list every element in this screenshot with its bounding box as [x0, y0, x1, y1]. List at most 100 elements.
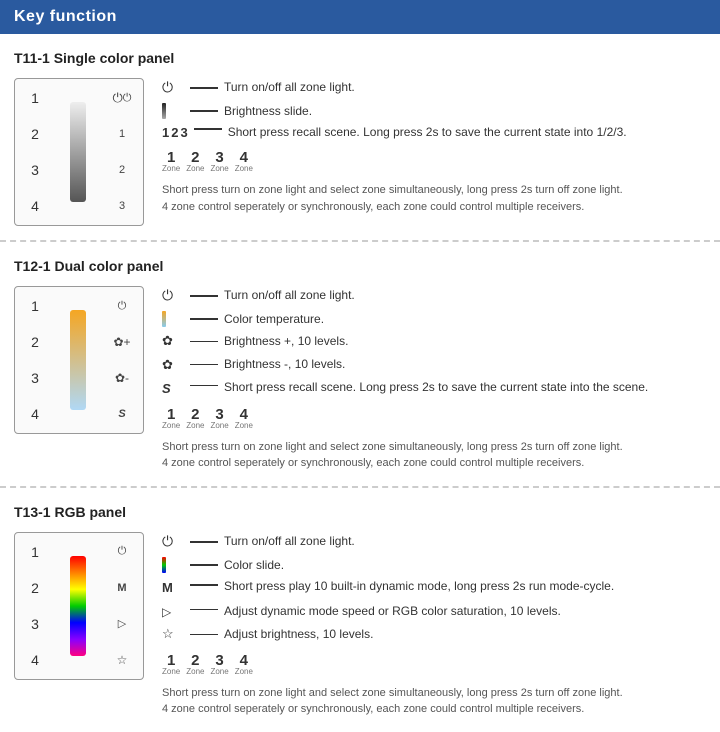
- panel-btn-power-t13[interactable]: ⏻: [111, 541, 133, 563]
- desc-text-power-t12: Turn on/off all zone light.: [224, 287, 706, 304]
- panel-slider-t11: [55, 87, 101, 217]
- desc-row-rgb-t13: Color slide.: [162, 557, 706, 574]
- zone-num-1-t13: 1 Zone: [162, 653, 180, 676]
- desc-row-scene-t11: 1 2 3 Short press recall scene. Long pre…: [162, 124, 706, 141]
- panel-buttons-t11: ⏻ 1 2 3: [111, 87, 133, 217]
- zone-num-3-t13: 3 Zone: [210, 653, 228, 676]
- power-icon-t12: ⏻: [162, 286, 184, 306]
- desc-row-zones-t11: 1 Zone 2 Zone 3 Zone 4 Zone: [162, 148, 706, 173]
- panel-zones-t12: 1 2 3 4: [25, 295, 45, 425]
- panel-t11: 1 2 3 4 ⏻ 1 2 3: [14, 78, 144, 226]
- panel-zone-1-t12: 1: [25, 298, 45, 314]
- desc-t11: ⏻ Turn on/off all zone light. Brightness…: [162, 78, 706, 215]
- section-title-t11: T11-1 Single color panel: [14, 50, 706, 66]
- line-bright-t13: [190, 634, 218, 636]
- desc-row-zones-t12: 1 Zone 2 Zone 3 Zone 4 Zone: [162, 405, 706, 430]
- zone-num-4-t13: 4 Zone: [235, 653, 253, 676]
- panel-zone-4-t12: 4: [25, 406, 45, 422]
- zone-num-2-t12: 2 Zone: [186, 407, 204, 430]
- section-title-t12: T12-1 Dual color panel: [14, 258, 706, 274]
- slider-rgb: [70, 556, 86, 656]
- panel-btn-sunup-t12[interactable]: ✿+: [111, 331, 133, 353]
- desc-text-scene-t11: Short press recall scene. Long press 2s …: [228, 124, 706, 141]
- zone-nums-t13: 1 Zone 2 Zone 3 Zone 4 Zone: [162, 653, 253, 676]
- desc-text-bright-t13: Adjust brightness, 10 levels.: [224, 626, 706, 643]
- section-body-t13: 1 2 3 4 ⏻ M ▷ ☆ ⏻ Turn on/off all zone l…: [14, 532, 706, 718]
- desc-row-power-t12: ⏻ Turn on/off all zone light.: [162, 286, 706, 306]
- zone-num-1-t12: 1 Zone: [162, 407, 180, 430]
- desc-t13: ⏻ Turn on/off all zone light. Color slid…: [162, 532, 706, 718]
- zone-nums-t11: 1 Zone 2 Zone 3 Zone 4 Zone: [162, 150, 253, 173]
- zone-nums-t12: 1 Zone 2 Zone 3 Zone 4 Zone: [162, 407, 253, 430]
- panel-btn-power-t11[interactable]: ⏻: [111, 87, 133, 109]
- s-icon-t12: S: [162, 379, 184, 398]
- panel-zone-3-t13: 3: [25, 616, 45, 632]
- line-m-t13: [190, 584, 218, 586]
- desc-note-t11: Short press turn on zone light and selec…: [162, 182, 706, 215]
- bright-icon-t13: ☆: [162, 625, 184, 643]
- panel-btn-s-t12[interactable]: S: [111, 403, 133, 425]
- line-brightness-t11: [190, 110, 218, 112]
- section-title-t13: T13-1 RGB panel: [14, 504, 706, 520]
- desc-note-t12: Short press turn on zone light and selec…: [162, 439, 706, 472]
- line-s-t12: [190, 385, 218, 387]
- desc-row-color-t12: Color temperature.: [162, 311, 706, 328]
- panel-t12: 1 2 3 4 ⏻ ✿+ ✿- S: [14, 286, 144, 434]
- panel-btn-power-t12[interactable]: ⏻: [111, 295, 133, 317]
- panel-btn-play-t13[interactable]: ▷: [111, 613, 133, 635]
- desc-text-power-t11: Turn on/off all zone light.: [224, 79, 706, 96]
- sun-minus-icon-t12: ✿: [162, 356, 184, 374]
- section-t12: T12-1 Dual color panel 1 2 3 4 ⏻ ✿+ ✿- S…: [0, 242, 720, 488]
- desc-text-power-t13: Turn on/off all zone light.: [224, 533, 706, 550]
- panel-buttons-t13: ⏻ M ▷ ☆: [111, 541, 133, 671]
- panel-zone-4: 4: [25, 198, 45, 214]
- desc-text-m-t13: Short press play 10 built-in dynamic mod…: [224, 578, 706, 595]
- desc-text-rgb-t13: Color slide.: [224, 557, 706, 574]
- desc-t12: ⏻ Turn on/off all zone light. Color temp…: [162, 286, 706, 472]
- panel-btn-1-t11[interactable]: 1: [111, 123, 133, 145]
- line-color-t12: [190, 318, 218, 320]
- zone-num-4: 4 Zone: [235, 150, 253, 173]
- color-bar-icon-t12: [162, 311, 184, 327]
- panel-t13: 1 2 3 4 ⏻ M ▷ ☆: [14, 532, 144, 680]
- desc-text-brightness-t11: Brightness slide.: [224, 103, 706, 120]
- section-t13: T13-1 RGB panel 1 2 3 4 ⏻ M ▷ ☆ ⏻: [0, 488, 720, 732]
- desc-text-brminus-t12: Brightness -, 10 levels.: [224, 356, 706, 373]
- desc-row-speed-t13: ▷ Adjust dynamic mode speed or RGB color…: [162, 603, 706, 621]
- desc-row-brminus-t12: ✿ Brightness -, 10 levels.: [162, 356, 706, 374]
- panel-zone-2: 2: [25, 126, 45, 142]
- zone-num-2: 2 Zone: [186, 150, 204, 173]
- panel-zone-1: 1: [25, 90, 45, 106]
- panel-slider-t13: [55, 541, 101, 671]
- section-body-t11: 1 2 3 4 ⏻ 1 2 3 ⏻ Turn on/off all zone l…: [14, 78, 706, 226]
- zone-num-4-t12: 4 Zone: [235, 407, 253, 430]
- panel-zone-4-t13: 4: [25, 652, 45, 668]
- line-scene-t11: [194, 128, 222, 130]
- panel-slider-t12: [55, 295, 101, 425]
- panel-btn-2-t11[interactable]: 2: [111, 159, 133, 181]
- scene-icon-t11: 1 2 3: [162, 124, 188, 139]
- zone-num-1: 1 Zone: [162, 150, 180, 173]
- line-speed-t13: [190, 609, 218, 611]
- sun-plus-icon-t12: ✿: [162, 332, 184, 350]
- header-title: Key function: [14, 8, 117, 25]
- desc-row-brplus-t12: ✿ Brightness +, 10 levels.: [162, 332, 706, 350]
- slider-gray: [70, 102, 86, 202]
- panel-btn-bright-t13[interactable]: ☆: [111, 649, 133, 671]
- panel-btn-3-t11[interactable]: 3: [111, 195, 133, 217]
- panel-zones-t13: 1 2 3 4: [25, 541, 45, 671]
- zone-num-3-t12: 3 Zone: [210, 407, 228, 430]
- panel-zone-3-t12: 3: [25, 370, 45, 386]
- desc-row-power-t11: ⏻ Turn on/off all zone light.: [162, 78, 706, 98]
- line-rgb-t13: [190, 564, 218, 566]
- header: Key function: [0, 0, 720, 34]
- panel-btn-m-t13[interactable]: M: [111, 577, 133, 599]
- desc-text-color-t12: Color temperature.: [224, 311, 706, 328]
- desc-text-s-t12: Short press recall scene. Long press 2s …: [224, 379, 706, 396]
- panel-zones-t11: 1 2 3 4: [25, 87, 45, 217]
- panel-zone-2-t12: 2: [25, 334, 45, 350]
- section-body-t12: 1 2 3 4 ⏻ ✿+ ✿- S ⏻ Turn on/off all zone…: [14, 286, 706, 472]
- zone-num-2-t13: 2 Zone: [186, 653, 204, 676]
- desc-row-power-t13: ⏻ Turn on/off all zone light.: [162, 532, 706, 552]
- panel-btn-sundown-t12[interactable]: ✿-: [111, 367, 133, 389]
